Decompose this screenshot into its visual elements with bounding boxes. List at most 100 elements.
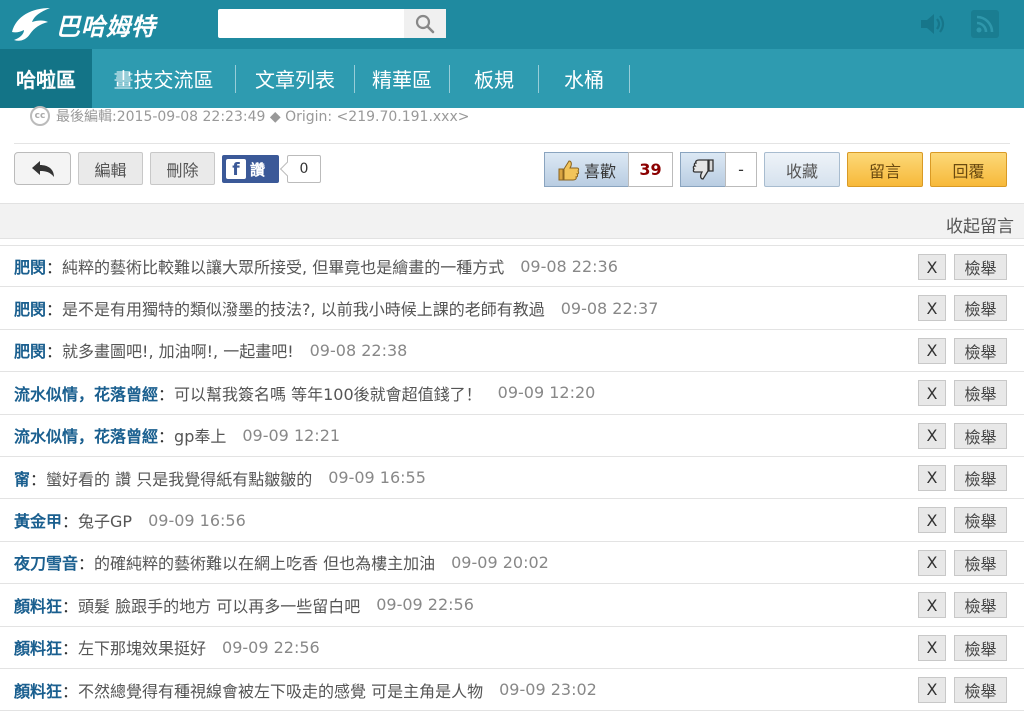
comment-author[interactable]: 顏料狂 xyxy=(14,678,62,702)
report-comment-button[interactable]: 檢舉 xyxy=(954,380,1007,407)
reply-button[interactable]: 回覆 xyxy=(930,152,1007,187)
back-button[interactable] xyxy=(14,152,71,185)
comment-row: 流水似情，花落曾經： gp奉上 09-09 12:21 X 檢舉 xyxy=(0,415,1024,457)
report-comment-button[interactable]: 檢舉 xyxy=(954,464,1007,491)
comment-time: 09-09 12:21 xyxy=(242,425,341,445)
nav-tab-bucket[interactable]: 水桶 xyxy=(539,49,629,108)
comment-text: 的確純粹的藝術難以在網上吃香 但也為樓主加油 xyxy=(94,554,436,574)
comment-time: 09-09 16:56 xyxy=(148,510,246,530)
delete-comment-button[interactable]: X xyxy=(918,634,946,661)
edit-meta-text: 最後編輯:2015-09-08 22:23:49 ◆ Origin: <219.… xyxy=(56,109,470,125)
nav-tab-label: 板規 xyxy=(474,68,514,92)
comment-author[interactable]: 夜刀雪音 xyxy=(14,550,78,574)
nav-tab-label: 水桶 xyxy=(564,68,604,92)
delete-button[interactable]: 刪除 xyxy=(150,152,215,185)
comment-text: 不然總覺得有種視線會被左下吸走的感覺 可是主角是人物 xyxy=(78,681,484,701)
divider xyxy=(14,143,1010,144)
search-box xyxy=(218,9,446,38)
delete-comment-button[interactable]: X xyxy=(918,464,946,491)
report-comment-button[interactable]: 檢舉 xyxy=(954,295,1007,322)
comment-text: 是不是有用獨特的類似潑墨的技法?, 以前我小時候上課的老師有教過 xyxy=(62,300,545,320)
sound-button[interactable] xyxy=(918,10,946,38)
comment-row: 顏料狂：左下那塊效果挺好 09-09 22:56 X 檢舉 xyxy=(0,627,1024,669)
comment-time: 09-08 22:37 xyxy=(560,298,659,318)
thumbs-down-icon xyxy=(692,158,714,180)
nav-tab-featured[interactable]: 精華區 xyxy=(355,49,449,108)
board-nav: 哈啦區 畫技交流區 文章列表 精華區 板規 水桶 xyxy=(0,49,1024,108)
delete-comment-button[interactable]: X xyxy=(918,549,946,576)
delete-comment-button[interactable]: X xyxy=(918,295,946,322)
report-comment-button[interactable]: 檢舉 xyxy=(954,254,1007,280)
comment-header-band: 收起留言 xyxy=(0,203,1024,239)
collapse-comments-link[interactable]: 收起留言 xyxy=(946,212,1014,237)
rss-icon xyxy=(976,15,994,33)
comment-author[interactable]: 流水似情，花落曾經 xyxy=(14,423,158,447)
comment-colon: ： xyxy=(62,596,79,616)
comment-list: 肥閔：純粹的藝術比較難以讓大眾所接受, 但畢竟也是繪畫的一種方式 09-08 22… xyxy=(0,245,1024,712)
report-comment-button[interactable]: 檢舉 xyxy=(954,422,1007,449)
delete-comment-button[interactable]: X xyxy=(918,676,946,703)
comment-row: 夜刀雪音：的確純粹的藝術難以在網上吃香 但也為樓主加油 09-09 20:02 X 檢… xyxy=(0,542,1024,585)
facebook-like-count: 0 xyxy=(287,155,321,183)
like-button[interactable]: 喜歡 xyxy=(544,152,629,187)
dislike-count: - xyxy=(725,152,757,187)
report-comment-button[interactable]: 檢舉 xyxy=(954,592,1007,619)
delete-comment-button[interactable]: X xyxy=(918,380,946,407)
report-comment-button[interactable]: 檢舉 xyxy=(954,549,1007,576)
nav-tab-article-list[interactable]: 文章列表 xyxy=(236,49,354,108)
favorite-button[interactable]: 收藏 xyxy=(764,152,840,187)
comment-author[interactable]: 流水似情，花落曾經 xyxy=(14,381,158,405)
comment-author[interactable]: 肥閔 xyxy=(14,338,46,362)
comment-text: 兔子GP xyxy=(78,512,133,532)
delete-comment-button[interactable]: X xyxy=(918,507,946,534)
comment-author[interactable]: 黃金甲 xyxy=(14,508,62,532)
report-comment-button[interactable]: 檢舉 xyxy=(954,676,1007,703)
search-input[interactable] xyxy=(218,9,403,38)
delete-comment-button[interactable]: X xyxy=(918,337,946,364)
report-comment-button[interactable]: 檢舉 xyxy=(954,634,1007,661)
nav-tab-label: 精華區 xyxy=(372,68,432,92)
report-comment-button[interactable]: 檢舉 xyxy=(954,507,1007,534)
comment-colon: ： xyxy=(46,342,63,362)
facebook-like-button[interactable]: f 讚 xyxy=(222,155,279,183)
comment-author[interactable]: 肥閔 xyxy=(14,296,46,320)
nav-tab-rules[interactable]: 板規 xyxy=(450,49,538,108)
delete-comment-button[interactable]: X xyxy=(918,592,946,619)
comment-row: 流水似情，花落曾經：可以幫我簽名嗎 等年100後就會超值錢了！ 09-09 12:… xyxy=(0,372,1024,415)
comment-row: 肥閔：純粹的藝術比較難以讓大眾所接受, 但畢竟也是繪畫的一種方式 09-08 22… xyxy=(0,245,1024,288)
comment-colon: ： xyxy=(158,384,175,404)
comment-row: 甯：蠻好看的 讚 只是我覺得紙有點皺皺的 09-09 16:55 X 檢舉 xyxy=(0,457,1024,500)
comment-colon: ： xyxy=(46,300,63,320)
comment-author[interactable]: 顏料狂 xyxy=(14,593,62,617)
edit-button[interactable]: 編輯 xyxy=(78,152,143,185)
comment-text: 蠻好看的 讚 只是我覺得紙有點皺皺的 xyxy=(46,469,313,489)
search-button[interactable] xyxy=(404,9,446,38)
nav-tab-hala[interactable]: 哈啦區 xyxy=(0,49,92,108)
comment-text: 左下那塊效果挺好 xyxy=(78,639,207,659)
comment-button[interactable]: 留言 xyxy=(847,152,923,187)
site-logo[interactable]: 巴哈姆特 xyxy=(6,2,196,46)
comment-author[interactable]: 顏料狂 xyxy=(14,635,62,659)
like-count: 39 xyxy=(628,152,673,187)
search-icon xyxy=(415,14,435,33)
cc-icon: cc xyxy=(30,106,50,126)
comment-row: 顏料狂：不然總覺得有種視線會被左下吸走的感覺 可是主角是人物 09-09 23:0… xyxy=(0,669,1024,712)
comment-time: 09-09 20:02 xyxy=(451,552,549,572)
comment-author[interactable]: 肥閔 xyxy=(14,254,46,278)
nav-tab-label: 畫技交流區 xyxy=(113,68,214,92)
dislike-button[interactable] xyxy=(680,152,726,187)
facebook-icon: f xyxy=(226,159,246,179)
report-comment-button[interactable]: 檢舉 xyxy=(954,337,1007,364)
comment-text: 純粹的藝術比較難以讓大眾所接受, 但畢竟也是繪畫的一種方式 xyxy=(62,258,505,278)
comment-text: 可以幫我簽名嗎 等年100後就會超值錢了！ xyxy=(174,384,482,404)
facebook-like-label: 讚 xyxy=(250,160,266,179)
comment-author[interactable]: 甯 xyxy=(14,466,30,490)
rss-button[interactable] xyxy=(971,10,999,38)
nav-tab-art-exchange[interactable]: 畫技交流區 xyxy=(92,49,235,108)
delete-comment-button[interactable]: X xyxy=(918,422,946,449)
comment-colon: ： xyxy=(62,681,79,701)
comment-time: 09-08 22:38 xyxy=(309,340,408,360)
delete-comment-button[interactable]: X xyxy=(918,254,946,280)
comment-row: 肥閔：是不是有用獨特的類似潑墨的技法?, 以前我小時候上課的老師有教過 09-08… xyxy=(0,287,1024,330)
thumbs-up-icon xyxy=(558,159,580,180)
